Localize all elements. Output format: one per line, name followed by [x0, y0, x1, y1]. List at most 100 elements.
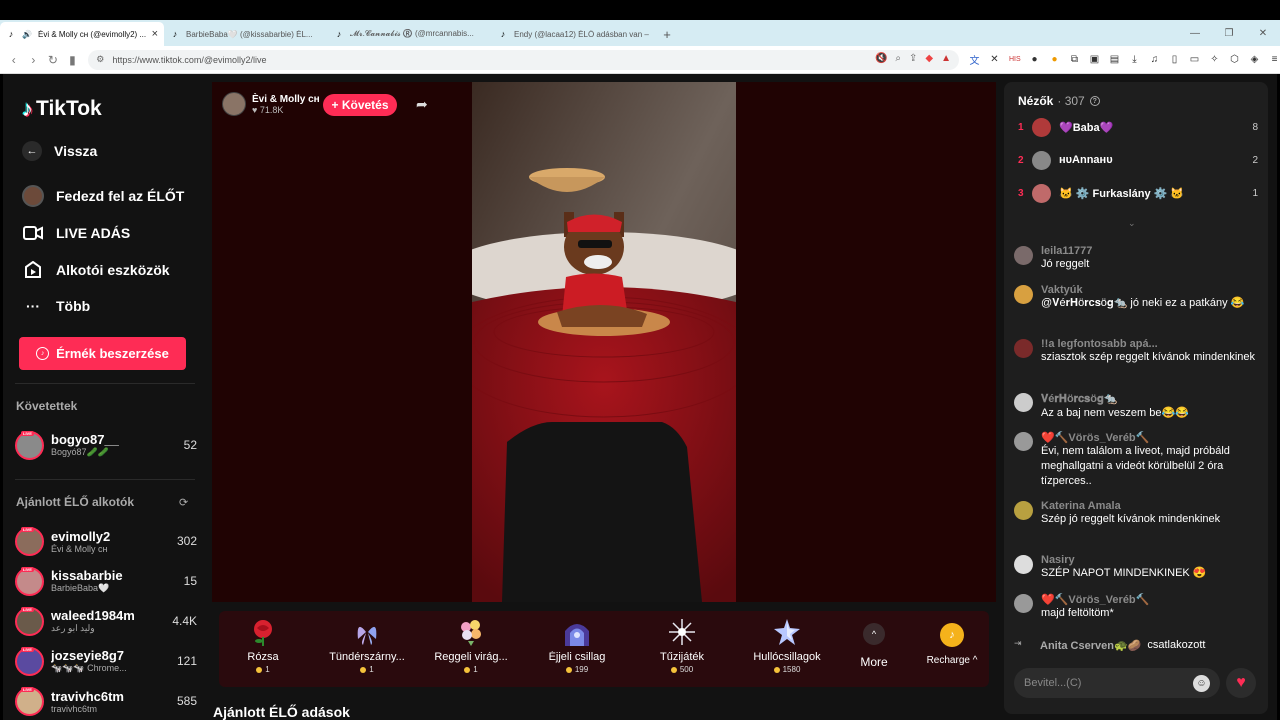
nav-back[interactable]: ← Vissza	[22, 141, 97, 161]
mute-icon[interactable]: 🔇	[875, 53, 887, 64]
like-heart-button[interactable]: ♥	[1226, 668, 1256, 698]
account-nickname: وليد ابو رعد	[51, 623, 95, 633]
avatar[interactable]	[1014, 432, 1033, 451]
chat-message: leila11777 Jó reggelt	[1014, 245, 1258, 272]
rose-icon	[213, 617, 313, 647]
share-icon[interactable]: ➦	[416, 96, 428, 113]
chat-user[interactable]: Nasiry	[1041, 554, 1207, 566]
following-account[interactable]: LIVE bogyo87__ Bogyó87🥒🥒 52	[15, 428, 197, 462]
gift-item[interactable]: Tűzijáték 500	[632, 617, 732, 674]
ext-x-icon[interactable]: ✕	[989, 54, 1000, 65]
live-stage: Èvi & Molly ᴄʜ ♥ 71.8K + Követés ➦	[212, 82, 996, 602]
minimize-icon[interactable]: —	[1178, 20, 1212, 46]
ext-color-icon[interactable]: ●	[1049, 54, 1060, 65]
gift-price: 199	[574, 665, 589, 674]
browser-tab[interactable]: ♪ BarbieBaba🤍 (@kissabarbie) ÉL...	[164, 22, 328, 46]
avatar[interactable]	[1014, 285, 1033, 304]
chevron-down-icon[interactable]: ⌄	[1128, 218, 1136, 229]
gift-item[interactable]: Hullócsillagok 1580	[737, 617, 837, 674]
nav-creator-tools[interactable]: Alkotói eszközök	[22, 259, 170, 281]
avatar[interactable]	[1014, 339, 1033, 358]
recommended-account[interactable]: LIVE kissabarbie BarbieBaba🤍 15	[15, 564, 197, 598]
recommended-account[interactable]: LIVE waleed1984m وليد ابو رعد 4.4K	[15, 604, 197, 638]
site-settings-icon[interactable]: ⚙	[96, 54, 104, 65]
top-viewer-row[interactable]: 2 ʜᴜAnnaʜᴜ 2	[1018, 149, 1258, 171]
ext-layout-icon[interactable]: ▤	[1109, 54, 1120, 65]
bookmark-icon[interactable]: ▮	[63, 50, 83, 70]
recommended-account[interactable]: LIVE evimolly2 Évi & Molly ᴄʜ 302	[15, 524, 197, 558]
ext-his-icon[interactable]: HIS	[1009, 56, 1021, 63]
browser-tab-active[interactable]: ♪ 🔊 Évi & Molly ᴄʜ (@evimolly2) ... ×	[0, 22, 164, 46]
gift-item[interactable]: Tündérszárny... 1	[317, 617, 417, 674]
gift-item[interactable]: Éjjeli csillag 199	[527, 617, 627, 674]
recommended-account[interactable]: LIVE travivhc6tm travivhc6tm 585	[15, 684, 197, 718]
avatar[interactable]	[1014, 594, 1033, 613]
info-icon[interactable]: ?	[1089, 96, 1100, 106]
more-gifts-button[interactable]: ^ More	[854, 623, 894, 669]
account-name: kissabarbie	[51, 568, 123, 583]
chat-input[interactable]	[1024, 677, 1184, 689]
close-tab-icon[interactable]: ×	[152, 28, 158, 40]
translate-ext-icon[interactable]: 文	[969, 52, 980, 67]
chevron-up-icon: ^	[972, 655, 978, 666]
ext-box-icon[interactable]: ▣	[1089, 54, 1100, 65]
refresh-icon[interactable]: ⟳	[179, 496, 188, 509]
browser-tab[interactable]: ♪ 𝓜𝓻.𝓒𝓪𝓷𝓷𝓪𝓫𝓲𝓼 ®️ (@mrcannabis...	[328, 22, 492, 46]
gift-bar: Rózsa 1 Tündérszárny... 1 Reggeli virág.…	[219, 611, 935, 687]
brave-rewards-icon[interactable]: ▲	[941, 53, 951, 64]
close-window-icon[interactable]: ✕	[1246, 20, 1280, 46]
vpn-icon[interactable]: ⬡	[1229, 54, 1240, 65]
viewer-count: 4.4K	[172, 614, 197, 628]
share-page-icon[interactable]: ⇪	[909, 53, 917, 64]
brave-shield-icon[interactable]: ◆	[925, 53, 933, 64]
gift-item[interactable]: Reggeli virág... 1	[421, 617, 521, 674]
top-viewer-row[interactable]: 1 💜Baba💜 8	[1018, 116, 1258, 138]
chat-user[interactable]: Katerina Amala	[1041, 500, 1220, 512]
coin-icon	[773, 666, 780, 673]
chat-user[interactable]: Vaktyúk	[1041, 284, 1244, 296]
sidebar-toggle-icon[interactable]: ▯	[1169, 54, 1180, 65]
ext-puzzle-icon[interactable]: ⧉	[1069, 54, 1080, 65]
follow-button[interactable]: + Követés	[323, 94, 397, 116]
ext-dark-icon[interactable]: ●	[1029, 54, 1040, 65]
leo-ai-icon[interactable]: ✧	[1209, 54, 1220, 65]
url-field[interactable]: ⚙ https://www.tiktok.com/@evimolly2/live…	[88, 49, 959, 70]
emoji-icon[interactable]: ☺	[1193, 674, 1210, 692]
nav-explore-live[interactable]: Fedezd fel az ÉLŐT	[22, 185, 184, 207]
browser-tab[interactable]: ♪ Endy (@lacaa12) ÉLŐ adásban van –	[492, 22, 656, 46]
shield-icon[interactable]: ◈	[1249, 54, 1260, 65]
tiktok-logo[interactable]: ♪ TikTok	[22, 96, 102, 122]
zoom-icon[interactable]: ⌕	[895, 53, 901, 64]
music-icon[interactable]: ♫	[1149, 54, 1160, 65]
avatar[interactable]	[1014, 501, 1033, 520]
recommended-account[interactable]: LIVE jozseyie8g7 🐄🐄🐄 Chrome... 121	[15, 644, 197, 678]
get-coins-button[interactable]: ♪ Érmék beszerzése	[19, 337, 186, 370]
back-nav-icon[interactable]: ‹	[4, 50, 24, 70]
chat-user[interactable]: ❤️🔨Vörös_Veréb🔨	[1041, 593, 1149, 606]
top-viewer-row[interactable]: 3 🐱 ⚙️ Furkaslány ⚙️ 🐱 1	[1018, 182, 1258, 204]
download-icon[interactable]: ⤓	[1129, 54, 1140, 65]
wallet-icon[interactable]: ▭	[1189, 54, 1200, 65]
nav-more[interactable]: ··· Több	[22, 295, 90, 317]
chat-user[interactable]: 𝐕é𝐫𝐇ö𝐫𝐜𝐬ö𝐠🐀	[1041, 392, 1189, 406]
avatar[interactable]	[1014, 393, 1033, 412]
avatar: LIVE	[15, 566, 44, 596]
menu-icon[interactable]: ≡	[1269, 54, 1280, 65]
new-tab-button[interactable]: +	[656, 22, 678, 46]
reload-icon[interactable]: ↻	[43, 50, 63, 70]
live-video[interactable]	[472, 82, 736, 602]
chat-user[interactable]: !!a legfontosabb apá...	[1041, 338, 1255, 350]
chat-user[interactable]: leila11777	[1041, 245, 1092, 257]
chat-user[interactable]: ❤️🔨Vörös_Veréb🔨	[1041, 431, 1258, 444]
gift-item[interactable]: Rózsa 1	[213, 617, 313, 674]
avatar[interactable]	[1014, 246, 1033, 265]
viewer-name: 💜Baba💜	[1059, 121, 1114, 134]
forward-nav-icon[interactable]: ›	[24, 50, 44, 70]
restore-icon[interactable]: ❐	[1212, 20, 1246, 46]
nav-go-live[interactable]: LIVE ADÁS	[22, 222, 130, 244]
host-info[interactable]: Èvi & Molly ᴄʜ ♥ 71.8K	[222, 92, 320, 116]
recharge-button[interactable]: ♪ Recharge ^	[915, 611, 989, 687]
joined-user[interactable]: Anita Cserven🐢🥔	[1040, 639, 1141, 652]
avatar[interactable]	[1014, 555, 1033, 574]
viewers-header[interactable]: Nézők · 307 ?	[1018, 94, 1100, 108]
